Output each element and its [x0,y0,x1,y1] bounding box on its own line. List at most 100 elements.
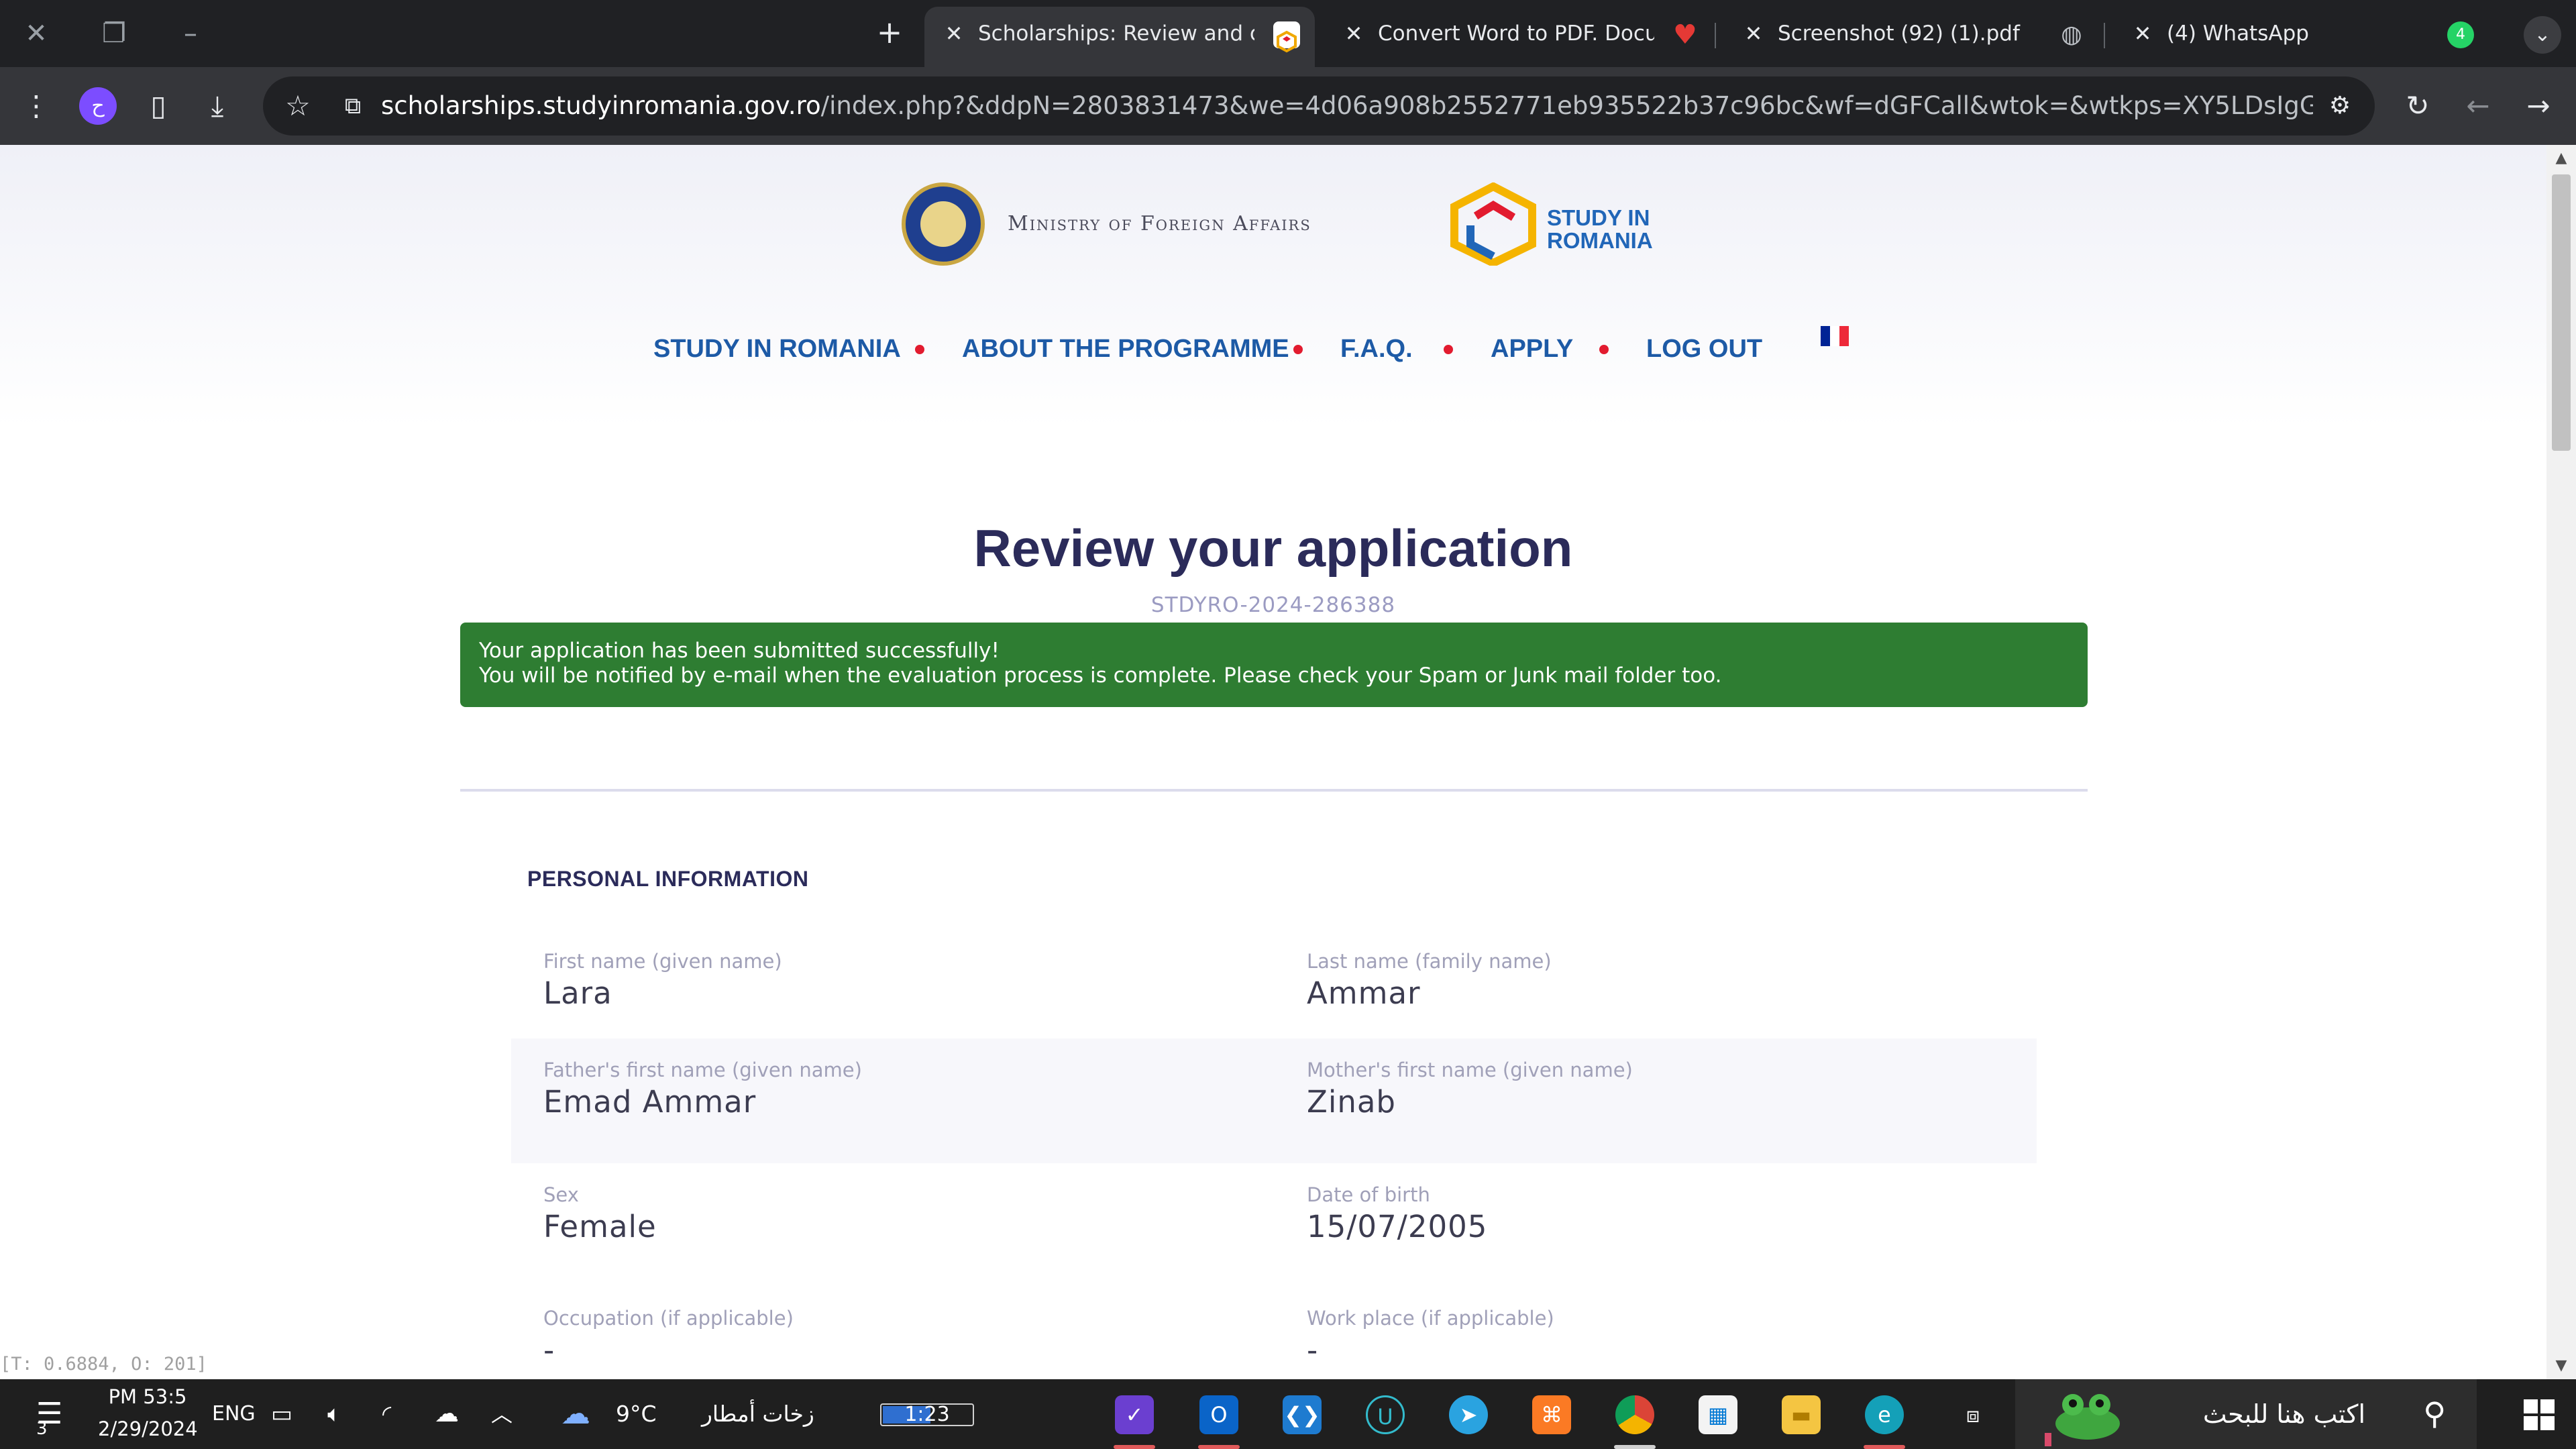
nav-study-in-romania[interactable]: STUDY IN ROMANIA [653,322,901,376]
url-path: /index.php?&ddpN=2803831473&we=4d06a908b… [820,91,2313,120]
nav-faq[interactable]: F.A.Q. [1340,322,1413,376]
task-view-icon[interactable]: ⧈ [1953,1395,1992,1434]
forward-arrow-icon[interactable]: → [2518,86,2559,126]
field-label: Last name (family name) [1307,950,1552,973]
onedrive-cloud-icon[interactable]: ☁ [435,1379,459,1449]
field-value: Emad Ammar [543,1084,757,1120]
nav-separator-dot [915,345,924,354]
translate-icon[interactable]: ⧉ [333,86,373,126]
field-label: Mother's first name (given name) [1307,1059,1633,1081]
tab-whatsapp[interactable]: ✕ (4) WhatsApp 4 [2113,7,2489,67]
chrome-icon[interactable] [1615,1395,1654,1434]
whatsapp-icon: 4 [2447,21,2474,48]
tab-search-chevron-icon[interactable]: ⌄ [2524,16,2561,54]
input-language[interactable]: ENG [212,1379,256,1449]
nav-apply[interactable]: APPLY [1491,322,1573,376]
tab-title: Scholarships: Review and comp [978,21,1254,46]
site-settings-icon[interactable]: ⚙ [2320,86,2360,126]
info-row: First name (given name) Lara Last name (… [511,930,2037,1055]
heart-icon: ♥ [1673,19,1697,50]
battery-progress[interactable]: 1:23 [880,1403,974,1426]
side-panel-icon[interactable]: ▯ [138,86,178,126]
edge-icon[interactable]: e [1865,1395,1904,1434]
wifi-icon[interactable]: ◜ [382,1379,391,1449]
french-flag-language-icon[interactable] [1821,326,1849,346]
weather-temperature[interactable]: 9°C [616,1379,657,1449]
clock-date: 2/29/2024 [98,1417,198,1440]
profile-avatar[interactable]: ح [79,87,117,125]
field-value: Lara [543,975,612,1011]
field-value: Female [543,1209,657,1244]
government-seal-logo[interactable] [902,182,985,266]
windows-start-icon[interactable] [2524,1399,2555,1430]
running-indicator [1114,1445,1155,1449]
file-explorer-icon[interactable]: ▬ [1782,1395,1821,1434]
tab-separator [2104,23,2105,48]
reload-icon[interactable]: ↻ [2398,86,2438,126]
window-close-icon[interactable]: ✕ [17,15,55,52]
outlook-icon[interactable]: O [1199,1395,1238,1434]
telegram-icon[interactable]: ➤ [1449,1395,1488,1434]
address-bar[interactable]: ☆ ⧉ scholarships.studyinromania.gov.ro/i… [263,76,2375,136]
browser-toolbar: ⋮ ح ▯ ⤓ ☆ ⧉ scholarships.studyinromania.… [0,67,2576,145]
download-icon[interactable]: ⤓ [197,86,237,126]
flag-stripe [1839,326,1849,346]
back-arrow-icon[interactable]: ← [2458,86,2498,126]
frog-icon [2045,1394,2120,1446]
field-label: Sex [543,1183,579,1206]
study-in-romania-logo-text[interactable]: STUDY IN ROMANIA [1547,207,1653,252]
vscode-icon[interactable]: ❮❯ [1283,1395,1322,1434]
tab-word-to-pdf[interactable]: ✕ Convert Word to PDF. Documen ♥ [1324,7,1715,67]
microsoft-store-icon[interactable]: ▦ [1699,1395,1737,1434]
section-divider [460,789,2088,792]
tab-close-icon[interactable]: ✕ [1342,7,1366,60]
field-label: Date of birth [1307,1183,1430,1206]
scroll-up-arrow-icon[interactable]: ▲ [2546,145,2576,172]
site-header: Ministry of Foreign Affairs STUDY IN ROM… [0,145,2546,427]
battery-icon[interactable]: ▭ [271,1379,292,1449]
field-value: - [1307,1332,1319,1368]
search-placeholder: اكتب هنا للبحث [2202,1399,2365,1429]
menu-kebab-icon[interactable]: ⋮ [16,86,56,126]
app-icon-u[interactable]: U [1366,1395,1405,1434]
volume-icon[interactable]: 🔈︎ [327,1379,341,1449]
app-icon-checkmark[interactable]: ✓ [1115,1395,1154,1434]
tab-screenshot-pdf[interactable]: ✕ Screenshot (92) (1).pdf ◍ [1724,7,2100,67]
taskbar-search-box[interactable]: اكتب هنا للبحث ⚲ [2015,1379,2477,1449]
nav-log-out[interactable]: LOG OUT [1646,322,1762,376]
page-scrollbar[interactable]: ▲ ▼ [2546,145,2576,1379]
alert-message-line-2: You will be notified by e-mail when the … [479,663,1722,688]
tab-scholarships[interactable]: ✕ Scholarships: Review and comp [924,7,1315,67]
weather-description[interactable]: زخات أمطار [702,1379,814,1449]
window-restore-icon[interactable]: ❐ [95,15,133,52]
tab-close-icon[interactable]: ✕ [942,7,966,60]
page-viewport: Ministry of Foreign Affairs STUDY IN ROM… [0,145,2546,1379]
nav-separator-dot [1293,345,1303,354]
tab-close-icon[interactable]: ✕ [2131,7,2155,60]
bookmark-star-icon[interactable]: ☆ [278,86,318,126]
weather-icon[interactable]: ☁ [561,1379,590,1449]
info-row: Father's first name (given name) Emad Am… [511,1038,2037,1163]
ministry-name: Ministry of Foreign Affairs [1008,212,1311,235]
notification-count: 3 [36,1419,48,1439]
scroll-down-arrow-icon[interactable]: ▼ [2546,1352,2576,1379]
alert-message-line-1: Your application has been submitted succ… [479,639,1000,663]
tab-close-icon[interactable]: ✕ [1741,7,1766,60]
tab-separator [1715,23,1716,48]
xampp-icon[interactable]: ⌘ [1532,1395,1571,1434]
new-tab-button[interactable]: + [871,15,908,52]
battery-time: 1:23 [904,1403,950,1426]
clock[interactable]: PM 53:5 2/29/2024 [98,1379,198,1449]
tab-title: Screenshot (92) (1).pdf [1778,21,2020,46]
url-host: scholarships.studyinromania.gov.ro [381,91,821,120]
url-text[interactable]: scholarships.studyinromania.gov.ro/index… [381,76,2313,136]
study-in-romania-logo-icon[interactable] [1449,182,1538,266]
window-minimize-icon[interactable]: – [172,15,209,52]
field-value: Zinab [1307,1084,1396,1120]
show-hidden-icons-chevron-icon[interactable]: ︿ [491,1379,513,1449]
tab-title: Convert Word to PDF. Documen [1378,21,1654,46]
globe-icon: ◍ [2061,21,2082,48]
nav-about-the-programme[interactable]: ABOUT THE PROGRAMME [962,322,1289,376]
scroll-thumb[interactable] [2552,174,2571,451]
running-indicator [1864,1445,1905,1449]
